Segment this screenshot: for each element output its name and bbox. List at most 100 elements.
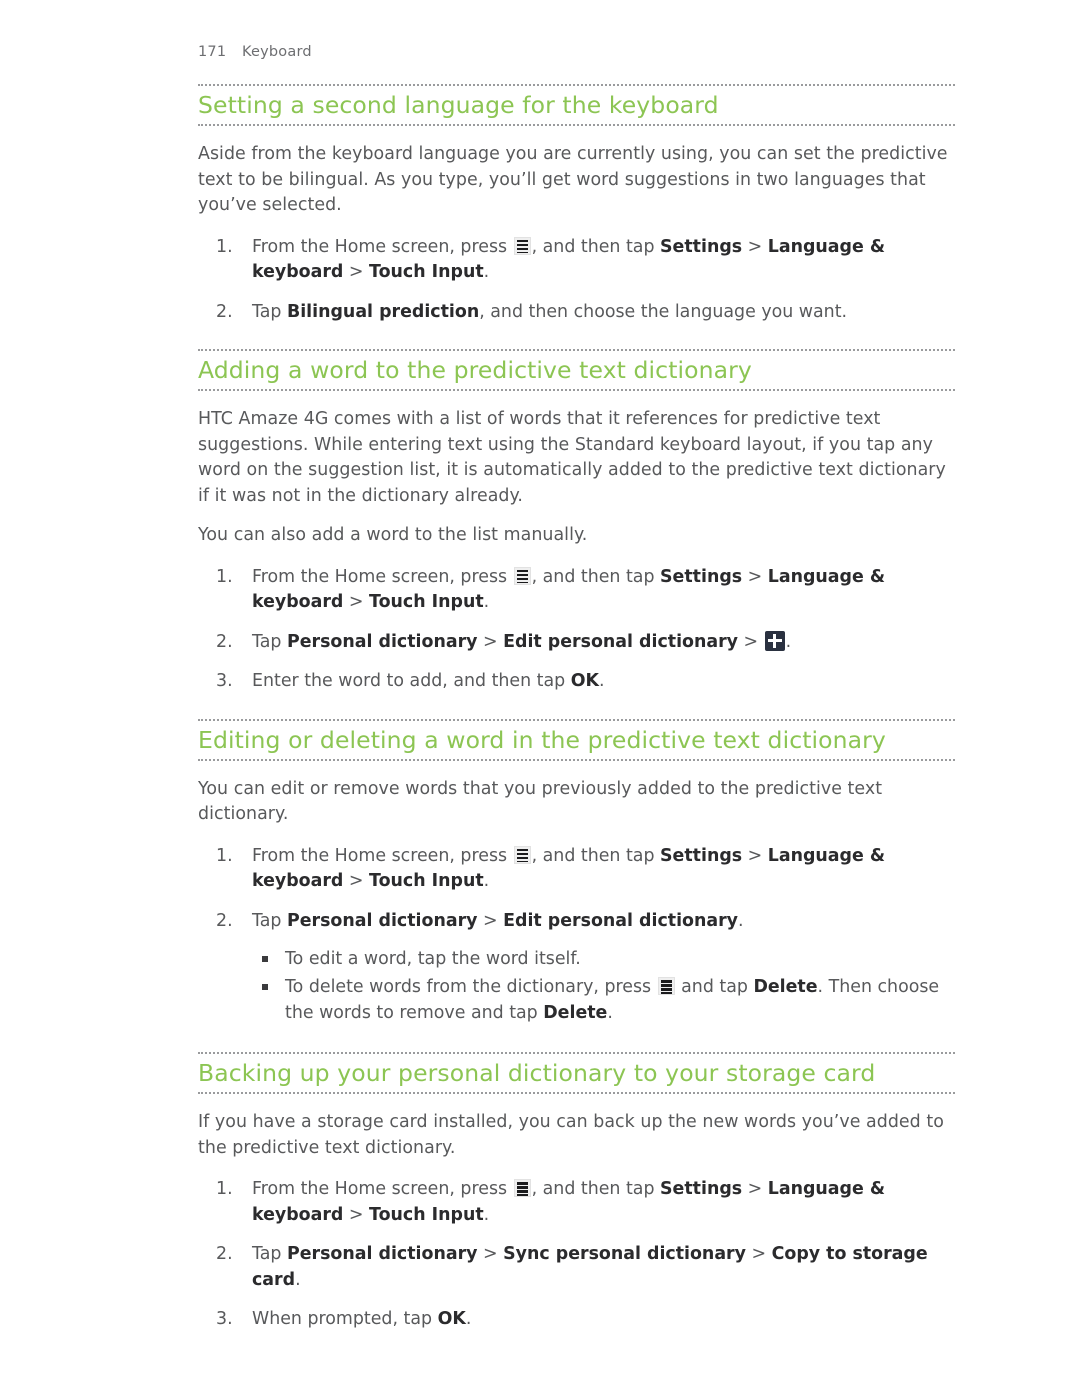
- text-run: .: [483, 262, 490, 283]
- ui-term: Delete: [753, 977, 818, 998]
- step-text: When prompted, tap OK.: [252, 1309, 471, 1329]
- step-text: From the Home screen, press , and then t…: [252, 236, 885, 283]
- step-number: 3.: [216, 671, 233, 692]
- text-run: , and then tap: [531, 845, 661, 866]
- numbered-step-list: 1. From the Home screen, press , and then…: [198, 235, 955, 326]
- ui-term: Edit personal dictionary: [503, 631, 739, 652]
- text-run: Enter the word to add, and then tap: [252, 671, 571, 692]
- step-number: 3.: [216, 1309, 233, 1330]
- text-run: When prompted, tap: [252, 1309, 438, 1330]
- square-bullet-icon: [262, 956, 268, 963]
- text-run: >: [742, 1179, 768, 1200]
- text-run: >: [343, 871, 370, 892]
- step-number: 2.: [216, 301, 233, 322]
- menu-button-icon: [513, 845, 531, 864]
- text-run: .: [483, 1204, 490, 1225]
- step-number: 2.: [216, 1244, 233, 1265]
- step-item: 2. Tap Personal dictionary > Edit persona…: [198, 909, 955, 1027]
- text-run: .: [607, 1003, 613, 1024]
- text-run: >: [343, 1204, 370, 1225]
- section-heading: Adding a word to the predictive text dic…: [198, 356, 752, 385]
- text-run: >: [477, 910, 504, 931]
- ui-term: Settings: [660, 566, 743, 587]
- sub-bullet-text: To delete words from the dictionary, pre…: [285, 977, 939, 1023]
- step-text: From the Home screen, press , and then t…: [252, 1179, 885, 1225]
- step-item: 3. When prompted, tap OK.: [198, 1307, 955, 1333]
- body-paragraph: If you have a storage card installed, yo…: [198, 1112, 944, 1158]
- text-run: , and then tap: [531, 566, 661, 587]
- body-paragraph: Aside from the keyboard language you are…: [198, 144, 948, 216]
- page-number: 171: [198, 44, 227, 60]
- section-heading: Backing up your personal dictionary to y…: [198, 1059, 876, 1088]
- ui-term: Touch Input: [369, 592, 484, 613]
- running-header: 171 Keyboard: [198, 44, 970, 60]
- section-rule-bottom: [198, 124, 955, 127]
- text-run: .: [785, 631, 792, 652]
- numbered-step-list: 1. From the Home screen, press , and then…: [198, 1177, 955, 1333]
- step-item: 1. From the Home screen, press , and then…: [198, 235, 955, 286]
- step-item: 2. Tap Bilingual prediction, and then cho…: [198, 300, 955, 326]
- step-number: 1.: [216, 236, 233, 257]
- ui-term: Personal dictionary: [286, 910, 478, 931]
- add-plus-icon: [764, 630, 785, 651]
- document-section: Setting a second language for the keyboa…: [198, 84, 955, 325]
- square-bullet-icon: [262, 984, 268, 991]
- step-text: Enter the word to add, and then tap OK.: [252, 671, 605, 691]
- section-heading: Editing or deleting a word in the predic…: [198, 725, 886, 754]
- ui-term: Touch Input: [369, 871, 484, 892]
- step-item: 1. From the Home screen, press , and then…: [198, 1177, 955, 1228]
- chapter-name: Keyboard: [242, 44, 312, 60]
- ui-term: OK: [570, 671, 599, 692]
- section-rule-bottom: [198, 758, 955, 761]
- text-run: >: [742, 845, 768, 866]
- text-run: .: [483, 592, 490, 613]
- ui-term: Bilingual prediction: [286, 301, 480, 322]
- step-item: 1. From the Home screen, press , and then…: [198, 844, 955, 895]
- step-text: Tap Bilingual prediction, and then choos…: [252, 302, 847, 322]
- document-section: Adding a word to the predictive text dic…: [198, 349, 955, 695]
- numbered-step-list: 1. From the Home screen, press , and then…: [198, 844, 955, 1027]
- step-text: Tap Personal dictionary > Sync personal …: [252, 1244, 928, 1290]
- text-run: >: [477, 1244, 504, 1265]
- text-run: >: [343, 262, 370, 283]
- text-run: To edit a word, tap the word itself.: [285, 949, 581, 970]
- sections-container: Setting a second language for the keyboa…: [198, 84, 970, 1333]
- text-run: .: [598, 671, 605, 692]
- menu-button-icon: [513, 236, 531, 255]
- text-run: .: [738, 910, 744, 931]
- body-paragraph: You can edit or remove words that you pr…: [198, 778, 883, 825]
- text-run: , and then choose the language you want.: [479, 301, 848, 322]
- manual-page: 171 Keyboard Setting a second language f…: [0, 0, 1080, 1397]
- sub-bullet-text: To edit a word, tap the word itself.: [285, 949, 581, 969]
- step-number: 1.: [216, 566, 233, 587]
- text-run: >: [477, 631, 504, 652]
- body-paragraph: You can also add a word to the list manu…: [198, 525, 588, 546]
- menu-button-icon: [513, 566, 531, 585]
- step-item: 2. Tap Personal dictionary > Edit persona…: [198, 630, 955, 656]
- sub-bullet-item: To edit a word, tap the word itself.: [252, 946, 955, 972]
- numbered-step-list: 1. From the Home screen, press , and then…: [198, 565, 955, 695]
- ui-term: Settings: [660, 1179, 743, 1200]
- step-item: 1. From the Home screen, press , and then…: [198, 565, 955, 616]
- ui-term: Personal dictionary: [286, 1244, 478, 1265]
- text-run: , and then tap: [531, 236, 661, 257]
- document-section: Editing or deleting a word in the predic…: [198, 718, 955, 1027]
- text-run: .: [465, 1309, 472, 1330]
- step-number: 2.: [216, 910, 233, 931]
- section-rule-bottom: [198, 389, 955, 392]
- text-run: From the Home screen, press: [252, 1179, 513, 1200]
- menu-button-icon: [513, 1179, 531, 1198]
- text-run: To delete words from the dictionary, pre…: [285, 977, 657, 998]
- text-run: From the Home screen, press: [252, 566, 513, 587]
- text-run: Tap: [252, 631, 287, 652]
- step-text: Tap Personal dictionary > Edit personal …: [252, 630, 792, 652]
- text-run: and tap: [675, 977, 754, 998]
- text-run: From the Home screen, press: [252, 236, 513, 257]
- text-run: Tap: [252, 910, 287, 931]
- menu-button-icon: [657, 977, 675, 996]
- section-heading: Setting a second language for the keyboa…: [198, 91, 719, 119]
- ui-term: Personal dictionary: [286, 631, 478, 652]
- text-run: >: [742, 566, 768, 587]
- text-run: , and then tap: [531, 1179, 661, 1200]
